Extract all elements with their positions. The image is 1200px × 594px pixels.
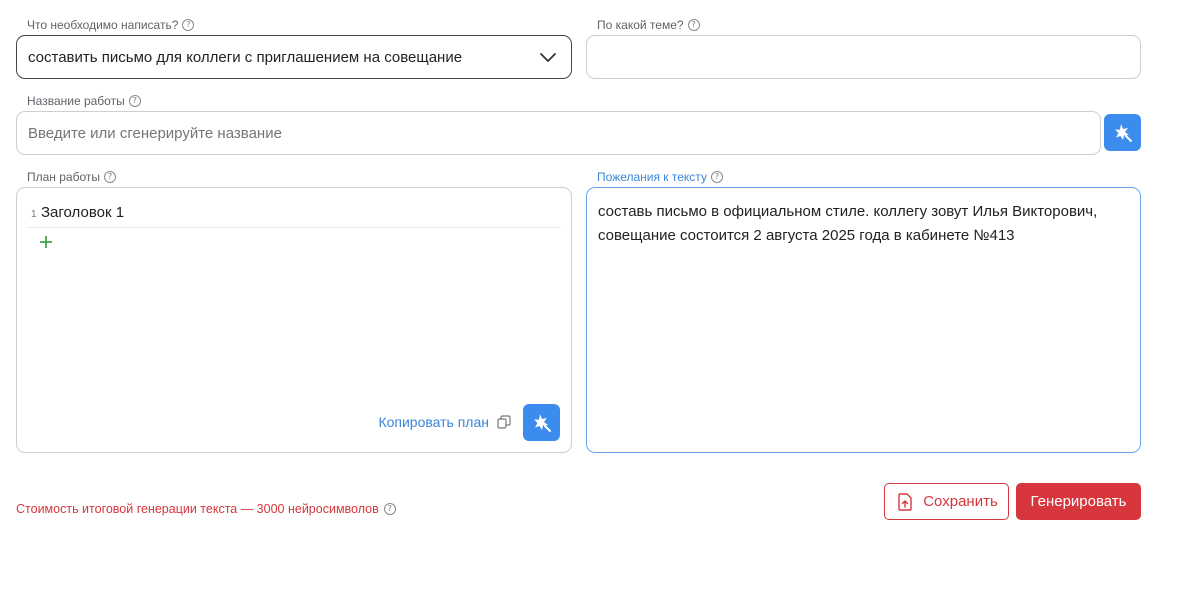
plan-item-number: 1 xyxy=(31,209,37,220)
topic-label: По какой теме? ? xyxy=(597,18,700,32)
save-button[interactable]: Сохранить xyxy=(884,483,1009,520)
wishes-text: составь письмо в официальном стиле. колл… xyxy=(598,203,1098,244)
topic-input[interactable] xyxy=(586,35,1141,79)
question-circle-icon[interactable]: ? xyxy=(128,95,141,107)
title-input[interactable]: Введите или сгенерируйте название xyxy=(16,111,1101,155)
plus-icon[interactable] xyxy=(39,235,53,249)
chevron-down-icon[interactable] xyxy=(539,48,557,66)
title-label: Название работы ? xyxy=(27,94,141,108)
magic-wand-icon xyxy=(1114,123,1132,142)
plan-item-title[interactable]: Заголовок 1 xyxy=(41,204,124,221)
copy-plan-label: Копировать план xyxy=(378,414,489,430)
what-select[interactable]: составить письмо для коллеги с приглашен… xyxy=(16,35,572,79)
question-circle-icon[interactable]: ? xyxy=(104,171,117,183)
copy-icon xyxy=(497,415,511,429)
question-circle-icon[interactable]: ? xyxy=(383,503,396,515)
cost-info: Стоимость итоговой генерации текста — 30… xyxy=(16,502,396,516)
what-select-value: составить письмо для коллеги с приглашен… xyxy=(28,49,463,66)
what-label: Что необходимо написать? ? xyxy=(27,18,195,32)
file-upload-icon xyxy=(898,492,912,511)
cost-text: Стоимость итоговой генерации текста — 30… xyxy=(16,502,379,516)
copy-plan-button[interactable]: Копировать план xyxy=(378,414,511,430)
plan-editor[interactable]: 1 Заголовок 1 Копировать план xyxy=(16,187,572,453)
plan-item[interactable]: 1 Заголовок 1 xyxy=(27,204,561,228)
question-circle-icon[interactable]: ? xyxy=(687,19,700,31)
generate-title-button[interactable] xyxy=(1104,114,1141,151)
question-circle-icon[interactable]: ? xyxy=(182,19,195,31)
plan-label: План работы ? xyxy=(27,170,117,184)
generate-button[interactable]: Генерировать xyxy=(1016,483,1141,520)
magic-wand-icon xyxy=(533,413,551,432)
wishes-textarea[interactable]: составь письмо в официальном стиле. колл… xyxy=(586,187,1141,453)
title-input-placeholder: Введите или сгенерируйте название xyxy=(28,125,282,142)
save-label: Сохранить xyxy=(923,493,998,510)
question-circle-icon[interactable]: ? xyxy=(710,171,723,183)
wishes-label: Пожелания к тексту ? xyxy=(597,170,723,184)
generate-label: Генерировать xyxy=(1030,493,1127,510)
generate-plan-button[interactable] xyxy=(523,404,560,441)
